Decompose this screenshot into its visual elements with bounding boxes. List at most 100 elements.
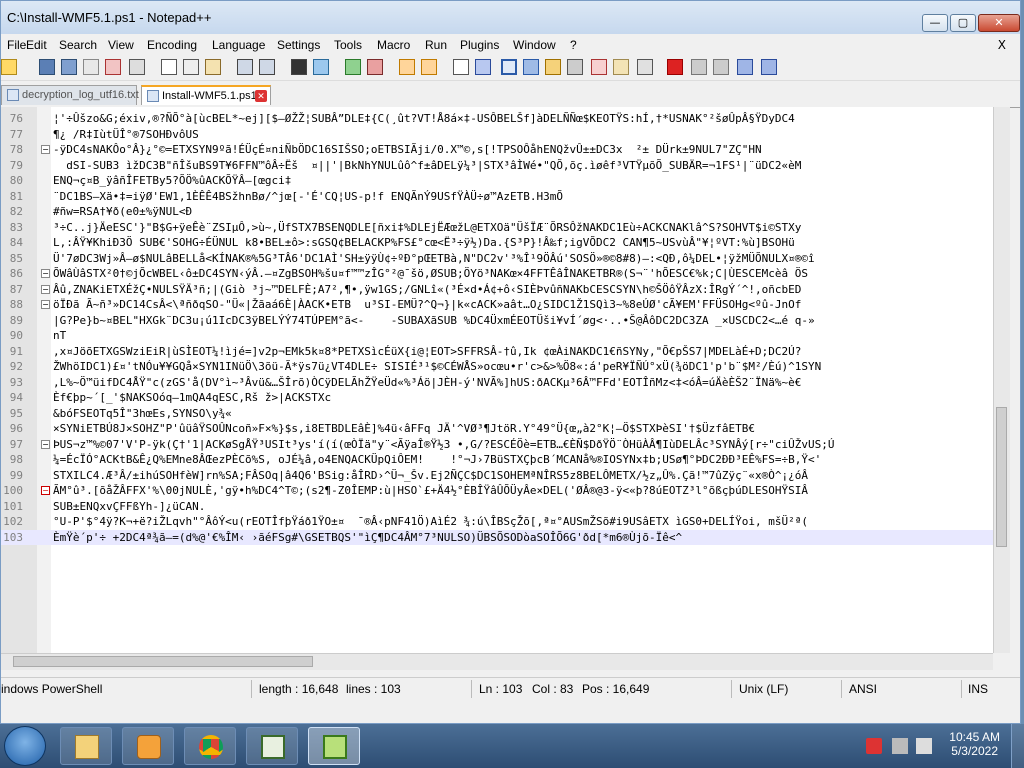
close-file-icon[interactable] [83,59,99,75]
close-all-icon[interactable] [105,59,121,75]
editor-line[interactable]: 82 #ñw=RSA†¥ð(e0±%ÿNUL<Ð [1,204,1009,219]
editor-line[interactable]: 102 °U-P'$°4ÿ?K¬+ë?iŽLqvh"°ÂôÝ<u(rEOTÎfþŸ… [1,514,1009,529]
editor-line[interactable]: 81 ¨DC1BS–Xä•‡=iÿØ'EW1,1ÈÊÊ4BSžhnBø/^jœ[-… [1,189,1009,204]
show-desktop-button[interactable] [1011,724,1024,768]
title-bar[interactable]: C:\Install-WMF5.1.ps1 - Notepad++ — ▢ ✕ [1,1,1020,34]
tab-close-icon[interactable]: ✕ [255,90,267,102]
editor-line[interactable]: 84 L,:ÂŸ¥KhiÐ3Ö SUB€'SOHG÷ÉÜNUL k8•BEL±ô>… [1,235,1009,250]
menu-run[interactable]: Run [425,38,447,52]
horizontal-scroll-thumb[interactable] [13,656,313,667]
editor-line[interactable]: 93 ,L%~Ö™üifDC4ÅŸ"c(zGS'å(DV°ì~³Âvü&…ŠÎrõ… [1,375,1009,390]
save-icon[interactable] [39,59,55,75]
editor-line[interactable]: 97 − ÞUS¬z™%©07'V'P-ÿk(Ç†'1|ACKøSgÅŸ³USIt³… [1,437,1009,452]
sync-horizontal-icon[interactable] [421,59,437,75]
start-button[interactable] [4,726,46,766]
save-macro-icon[interactable] [761,59,777,75]
close-button[interactable]: ✕ [978,14,1020,32]
menu-view[interactable]: View [108,38,134,52]
editor-line[interactable]: 100 − ÃM°û³.[õåŽÂFFX'%\00jNULÈ,'gÿ•h%DC4^T… [1,483,1009,498]
menu-window[interactable]: Window [513,38,556,52]
taskbar-chrome[interactable] [184,727,236,765]
fold-toggle-icon[interactable]: − [41,269,50,278]
close-document-button[interactable]: X [998,38,1006,52]
copy-icon[interactable] [183,59,199,75]
horizontal-scrollbar[interactable] [1,653,993,670]
minimize-button[interactable]: — [922,14,948,32]
redo-icon[interactable] [259,59,275,75]
zoom-in-icon[interactable] [345,59,361,75]
action-center-icon[interactable] [866,738,882,754]
editor-line[interactable]: 85 Ü'7øDC3Wj»Â—ø$NULâBELLå<KÍNAK®%5G³TÂ6'… [1,251,1009,266]
menu-file[interactable]: File [7,38,26,52]
indent-guide-icon[interactable] [501,59,517,75]
network-icon[interactable] [892,738,908,754]
replace-icon[interactable] [313,59,329,75]
folder-icon[interactable] [613,59,629,75]
menu-encoding[interactable]: Encoding [147,38,197,52]
editor-line[interactable]: 96 ×SYNiETBÚ8J×SOHZ"P'ûüâŸSOÛNcoñ»F×%}$s,… [1,421,1009,436]
volume-icon[interactable] [916,738,932,754]
editor-line[interactable]: 83 ³÷C..j}ÄeESC'}"B$G+ÿeÊè¨ZSIµÔ,>ù~,ÜfST… [1,220,1009,235]
stop-macro-icon[interactable] [691,59,707,75]
editor-line[interactable]: 88 − öÏÐã Ã~ñ³»DC14CsÂ<\ªñðqSO-"Ü«|Žãaá6È|… [1,297,1009,312]
code-editor[interactable]: 76 ¦'÷Ûšzo&G;éxiv,®?ÑÕ°à[ùcBEL*~ej][$—ØŽŽ… [1,107,1009,653]
taskbar-media-player[interactable] [122,727,174,765]
menu-settings[interactable]: Settings [277,38,320,52]
editor-line[interactable]: 95 &bóFSEOTq5Î"3hœEs,SYNSO\y¾« [1,406,1009,421]
status-eol[interactable]: Unix (LF) [739,682,788,696]
fold-toggle-icon[interactable]: − [41,486,50,495]
fold-toggle-icon[interactable]: − [41,300,50,309]
editor-line[interactable]: 92 ŽWhöIDC1)£¤'tNÓu¥¥GQå×SYN1INüÖ\3õü-Ã*ÿ… [1,359,1009,374]
editor-line[interactable]: 77 ¶¿ /R‡IùtÜÎ°®7SOHÐvôUS [1,127,1009,142]
editor-line[interactable]: 86 − ÕWâÙâSTX²0†©jÕcWBEL‹ô±DC4SYN‹ýÂ.—¤ZgB… [1,266,1009,281]
vertical-scroll-thumb[interactable] [996,407,1007,547]
word-wrap-icon[interactable] [453,59,469,75]
tab-decryption-log[interactable]: decryption_log_utf16.txt [1,85,139,105]
show-all-chars-icon[interactable] [475,59,491,75]
taskbar-notepad[interactable] [246,727,298,765]
editor-line[interactable]: 80 ENQ¬ç¤B_ÿâñÎFETBy5?ÕÖ%ûACKÕŸÂ–[œgci‡ [1,173,1009,188]
doc-map-icon[interactable] [545,59,561,75]
udl-icon[interactable] [523,59,539,75]
editor-line[interactable]: 89 |G?Pe}b~¤BEL"HXGk¨DC3u¡ú1IcDC3ÿBELÝÝ74… [1,313,1009,328]
undo-icon[interactable] [237,59,253,75]
cut-icon[interactable] [161,59,177,75]
taskbar-explorer[interactable] [60,727,112,765]
status-encoding[interactable]: ANSI [849,682,877,696]
save-all-icon[interactable] [61,59,77,75]
maximize-button[interactable]: ▢ [950,14,976,32]
find-icon[interactable] [291,59,307,75]
menu-search[interactable]: Search [59,38,97,52]
editor-line[interactable]: 103 ÈmŸè´p'÷ +2DC4ª¾ã—=(d%@'€%ÎM‹ ›ãéFSg#… [1,529,1009,545]
open-file-icon[interactable] [1,59,17,75]
editor-line[interactable]: 76 ¦'÷Ûšzo&G;éxiv,®?ÑÕ°à[ùcBEL*~ej][$—ØŽŽ… [1,111,1009,126]
editor-line[interactable]: 78 − -ÿDC4sNAKÔo°Â}¿°©=ETXSYN9ºã!ÉÜçÉ¤niÑb… [1,142,1009,157]
editor-line[interactable]: 79 dSI-SUB3 ìžDC3B"ñÎšuBS9T¥6FFN™ôÂ÷Ëš ¤… [1,158,1009,173]
editor-line[interactable]: 90 nT [1,328,1009,343]
editor-line[interactable]: 99 STXILC4.Æ³Â/±ihúSOHfèW]rn%SA;FÂSOq|â4Q… [1,468,1009,483]
editor-line[interactable]: 91 ,x¤JöõETXGSWziEiR|ùSÌEOT¼!ìjé=]v2p¬EMk… [1,344,1009,359]
folder-as-workspace-icon[interactable] [591,59,607,75]
fold-toggle-icon[interactable]: − [41,284,50,294]
run-macro-multiple-icon[interactable] [737,59,753,75]
menu-tools[interactable]: Tools [334,38,362,52]
play-macro-icon[interactable] [713,59,729,75]
monitoring-icon[interactable] [637,59,653,75]
menu-help[interactable]: ? [570,38,577,52]
menu-language[interactable]: Language [212,38,265,52]
status-insert-mode[interactable]: INS [968,682,988,696]
editor-line[interactable]: 94 Èf€þp~´[_'$NAKSOóq—1mQA4qESC,Rš ž>|ACK… [1,390,1009,405]
editor-line[interactable]: 101 SUB±ENQxvÇFFßYh-]¿üCAN. [1,499,1009,514]
taskbar-notepadpp[interactable] [308,727,360,765]
record-macro-icon[interactable] [667,59,683,75]
fold-toggle-icon[interactable]: − [41,439,50,449]
editor-line[interactable]: 98 ¼=ÉcÏÓ°ACKtB&Ê¿Q%EMne8ÂŒezPÈCõ%S, oJÉ¼… [1,452,1009,467]
system-clock[interactable]: 10:45 AM 5/3/2022 [949,730,1000,758]
menu-edit[interactable]: Edit [26,38,47,52]
sync-vertical-icon[interactable] [399,59,415,75]
zoom-out-icon[interactable] [367,59,383,75]
menu-plugins[interactable]: Plugins [460,38,499,52]
editor-line[interactable]: 87 − Âû,ZNAKiETXÉžÇ•NULSŸÄ³ñ;|(Giò ³j~™DEL… [1,282,1009,297]
print-icon[interactable] [129,59,145,75]
paste-icon[interactable] [205,59,221,75]
